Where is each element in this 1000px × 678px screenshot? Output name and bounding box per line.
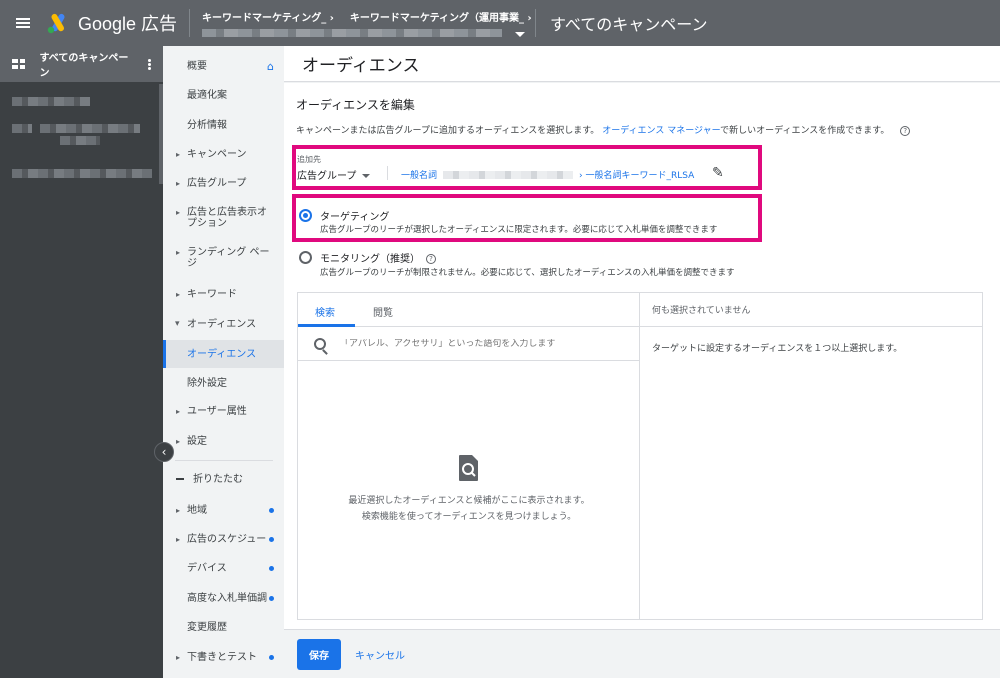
breadcrumb-manager[interactable]: キーワードマーケティング_ xyxy=(202,9,334,24)
nav-landing-pages[interactable]: ランディング ページ xyxy=(163,247,273,269)
search-row xyxy=(298,327,639,361)
nav-audiences-group[interactable]: オーディエンス xyxy=(163,319,284,330)
scope-title[interactable]: すべてのキャンペーン xyxy=(536,11,707,35)
nav-change-history[interactable]: 変更履歴 xyxy=(163,622,284,633)
targeting-description: 広告グループのリーチが選択したオーディエンスに限定されます。必要に応じて入札単価… xyxy=(320,225,718,235)
home-icon: ⌂ xyxy=(267,60,274,73)
nav-ads-extensions[interactable]: 広告と広告表示オプション xyxy=(163,207,273,229)
nav-audiences[interactable]: オーディエンス xyxy=(163,340,284,368)
account-breadcrumb[interactable]: キーワードマーケティング_ キーワードマーケティング（運用事業_ xyxy=(190,0,535,46)
nav-devices[interactable]: デバイス xyxy=(163,563,284,574)
picker-tabs: 検索 閲覧 xyxy=(298,293,639,327)
google-ads-icon xyxy=(47,13,65,34)
collapse-sidebar-button[interactable]: ‹ xyxy=(154,442,174,462)
path-campaign: 一般名詞 xyxy=(401,171,438,181)
section-description: キャンペーンまたは広告グループに追加するオーディエンスを選択します。 オーディエ… xyxy=(296,123,911,136)
nav-demographics[interactable]: ユーザー属性 xyxy=(163,406,284,417)
minus-icon xyxy=(176,478,184,480)
status-dot xyxy=(269,596,274,601)
grid-icon xyxy=(12,59,26,69)
active-tab-indicator xyxy=(298,324,355,327)
redacted-path xyxy=(443,170,574,179)
redacted-account-id xyxy=(202,29,503,37)
picker-selected-pane: 何も選択されていません ターゲットに設定するオーディエンスを１つ以上選択します。 xyxy=(640,293,982,619)
nav-campaigns[interactable]: キャンペーン xyxy=(163,149,284,160)
path-ad-group: › 一般名詞キーワード_RLSA xyxy=(579,171,695,181)
ad-group-path[interactable]: 一般名詞 › 一般名詞キーワード_RLSA xyxy=(401,168,694,181)
tab-search[interactable]: 検索 xyxy=(315,304,335,319)
status-dot xyxy=(269,508,274,513)
audience-picker: 検索 閲覧 最近選択したオーディエン xyxy=(297,292,983,620)
page-nav: 概要⌂ 最適化案 分析情報 キャンペーン 広告グループ 広告と広告表示オプション… xyxy=(163,46,284,678)
add-to-label: 追加先 xyxy=(297,155,321,164)
nav-recommendations[interactable]: 最適化案 xyxy=(163,90,284,101)
selected-hint: ターゲットに設定するオーディエンスを１つ以上選択します。 xyxy=(652,344,903,354)
redacted-campaign[interactable] xyxy=(40,124,140,133)
form-footer: 保存 キャンセル xyxy=(284,629,1000,678)
main-content: オーディエンス オーディエンスを編集 キャンペーンまたは広告グループに追加するオ… xyxy=(284,46,1000,678)
redacted-campaign[interactable] xyxy=(12,124,32,133)
empty-state: 最近選択したオーディエンスと候補がここに表示されます。 検索機能を使ってオーディ… xyxy=(298,453,640,525)
section-title: オーディエンスを編集 xyxy=(296,98,415,112)
status-dot xyxy=(269,566,274,571)
redacted-campaign[interactable] xyxy=(12,97,90,106)
nav-ad-groups[interactable]: 広告グループ xyxy=(163,178,284,189)
more-vert-icon[interactable] xyxy=(148,62,152,66)
nav-collapse[interactable]: 折りたたむ xyxy=(163,474,284,485)
all-campaigns-label: すべてのキャンペーン xyxy=(39,53,129,79)
redacted-campaign[interactable] xyxy=(12,169,152,178)
help-icon[interactable]: ? xyxy=(426,254,436,264)
top-bar: Google 広告 キーワードマーケティング_ キーワードマーケティング（運用事… xyxy=(0,0,1000,46)
selected-header: 何も選択されていません xyxy=(640,293,982,327)
chevron-down-icon[interactable] xyxy=(515,32,526,37)
targeting-title: ターゲティング xyxy=(320,212,390,223)
monitoring-title: モニタリング（推奨）? xyxy=(320,250,436,265)
search-icon xyxy=(314,337,326,350)
nav-divider xyxy=(175,460,273,461)
nav-keywords[interactable]: キーワード xyxy=(163,289,284,300)
status-dot xyxy=(269,537,274,542)
edit-pencil-icon[interactable]: ✎ xyxy=(712,165,724,181)
nav-exclusions[interactable]: 除外設定 xyxy=(163,378,284,389)
document-search-icon xyxy=(457,453,481,483)
nav-settings[interactable]: 設定 xyxy=(163,436,284,447)
campaign-sidebar: すべてのキャンペーン xyxy=(0,46,163,678)
google-ads-logo[interactable]: Google 広告 xyxy=(46,0,189,46)
monitoring-radio[interactable] xyxy=(299,251,312,264)
add-to-select[interactable]: 広告グループ xyxy=(297,167,370,182)
nav-overview[interactable]: 概要 ⌂ xyxy=(163,61,284,72)
all-campaigns-header[interactable]: すべてのキャンペーン xyxy=(0,46,163,82)
targeting-radio[interactable] xyxy=(299,209,312,222)
edit-audiences-card: オーディエンスを編集 キャンペーンまたは広告グループに追加するオーディエンスを選… xyxy=(284,83,1000,629)
empty-state-line2: 検索機能を使ってオーディエンスを見つけましょう。 xyxy=(361,512,577,522)
save-button[interactable]: 保存 xyxy=(297,638,341,670)
breadcrumb-account[interactable]: キーワードマーケティング（運用事業_ xyxy=(350,9,532,24)
picker-search-pane: 検索 閲覧 最近選択したオーディエン xyxy=(298,293,640,619)
monitoring-description: 広告グループのリーチが制限されません。必要に応じて、選択したオーディエンスの入札… xyxy=(320,268,735,278)
tab-browse[interactable]: 閲覧 xyxy=(373,304,393,319)
cancel-button[interactable]: キャンセル xyxy=(355,647,405,662)
help-icon[interactable]: ? xyxy=(900,125,911,136)
status-dot xyxy=(269,655,274,660)
nav-advanced-bid[interactable]: 高度な入札単価調 xyxy=(163,593,284,604)
redacted-campaign[interactable] xyxy=(60,136,100,145)
menu-icon[interactable] xyxy=(0,0,46,46)
nav-drafts-experiments[interactable]: 下書きとテスト xyxy=(163,652,284,663)
search-input[interactable] xyxy=(340,338,630,349)
logo-text: Google 広告 xyxy=(78,14,178,34)
nav-ad-schedule[interactable]: 広告のスケジュー xyxy=(163,534,284,545)
nav-insights[interactable]: 分析情報 xyxy=(163,120,284,131)
audience-manager-link[interactable]: オーディエンス マネージャー xyxy=(602,126,720,136)
divider xyxy=(387,166,388,180)
empty-state-line1: 最近選択したオーディエンスと候補がここに表示されます。 xyxy=(348,496,590,506)
page-title: オーディエンス xyxy=(284,46,1000,82)
nav-locations[interactable]: 地域 xyxy=(163,505,284,516)
